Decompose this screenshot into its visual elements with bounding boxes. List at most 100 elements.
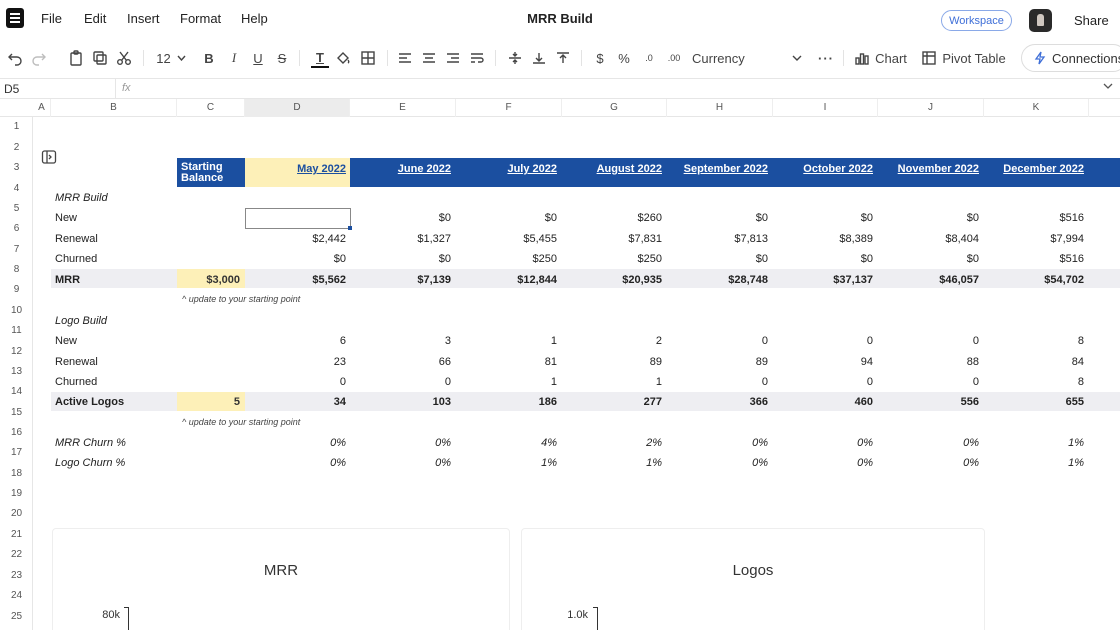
borders-icon[interactable] [359,48,377,68]
logo-churned-cell[interactable]: 0 [879,376,979,388]
column-header-g[interactable]: G [562,99,667,117]
share-button[interactable]: Share [1074,13,1109,28]
logo-new-cell[interactable]: 3 [351,335,451,347]
mrr-churn-label[interactable]: MRR Churn % [55,437,126,449]
align-left-icon[interactable] [397,48,413,68]
italic-button[interactable]: I [226,48,242,68]
chart-button[interactable]: Chart [854,48,908,68]
app-menu-icon[interactable] [6,8,24,28]
starting-balance-header[interactable]: Starting Balance [177,158,245,187]
connections-button[interactable]: Connections [1021,44,1120,72]
mrr-renewal-cell[interactable]: $2,442 [246,233,346,245]
row-header-20[interactable]: 20 [0,508,33,528]
mrr-churned-cell[interactable]: $0 [668,253,768,265]
row-header-16[interactable]: 16 [0,427,33,447]
logo-renewal-cell[interactable]: 88 [879,356,979,368]
mrr-total-cell[interactable]: $37,137 [773,274,873,286]
font-size-select[interactable]: 12 [152,48,190,68]
logo-churned-cell[interactable]: 8 [984,376,1084,388]
logo-new-cell[interactable]: 6 [246,335,346,347]
logo-renewal-cell[interactable]: 94 [773,356,873,368]
column-header-h[interactable]: H [667,99,773,117]
logo-total-cell[interactable]: 277 [562,396,662,408]
logo-churn-cell[interactable]: 1% [984,457,1084,469]
logo-total-cell[interactable]: 103 [351,396,451,408]
selected-cell-d5[interactable] [245,208,351,229]
logo-renewal-cell[interactable]: 66 [351,356,451,368]
logo-churned-label[interactable]: Churned [55,376,97,388]
active-logos-label[interactable]: Active Logos [55,396,124,408]
logo-renewal-cell[interactable]: 81 [457,356,557,368]
bold-button[interactable]: B [201,48,217,68]
valign-middle-icon[interactable] [507,48,523,68]
row-header-25[interactable]: 25 [0,611,33,630]
valign-top-icon[interactable] [555,48,571,68]
mrr-total-label[interactable]: MRR [55,274,80,286]
row-header-18[interactable]: 18 [0,468,33,488]
row-header-12[interactable]: 12 [0,346,33,366]
mrr-renewal-cell[interactable]: $7,994 [984,233,1084,245]
menu-insert[interactable]: Insert [127,11,160,26]
strikethrough-button[interactable]: S [274,48,290,68]
logo-churned-cell[interactable]: 0 [773,376,873,388]
logo-churn-cell[interactable]: 0% [668,457,768,469]
mrr-churned-cell[interactable]: $250 [562,253,662,265]
logo-renewal-cell[interactable]: 23 [246,356,346,368]
mrr-new-cell[interactable]: $0 [351,212,451,224]
row-header-19[interactable]: 19 [0,488,33,508]
month-header[interactable]: August 2022 [562,163,662,175]
logo-renewal-label[interactable]: Renewal [55,356,98,368]
column-header-c[interactable]: C [177,99,245,117]
column-header-e[interactable]: E [350,99,456,117]
row-header-23[interactable]: 23 [0,570,33,590]
mrr-churn-cell[interactable]: 0% [351,437,451,449]
row-header-13[interactable]: 13 [0,366,33,386]
logo-churn-cell[interactable]: 0% [773,457,873,469]
row-header-22[interactable]: 22 [0,549,33,569]
column-header-d[interactable]: D [245,99,350,117]
column-header-k[interactable]: K [984,99,1089,117]
mrr-total-cell[interactable]: $5,562 [246,274,346,286]
user-avatar[interactable] [1029,9,1052,32]
logo-renewal-cell[interactable]: 89 [562,356,662,368]
cut-icon[interactable] [115,48,133,68]
fill-handle[interactable] [348,226,352,230]
logo-total-cell[interactable]: 460 [773,396,873,408]
logo-churn-label[interactable]: Logo Churn % [55,457,125,469]
column-header-f[interactable]: F [456,99,562,117]
mrr-chart-card[interactable] [52,528,510,630]
row-header-21[interactable]: 21 [0,529,33,549]
month-header[interactable]: November 2022 [879,163,979,175]
mrr-new-cell[interactable]: $0 [773,212,873,224]
underline-button[interactable]: U [250,48,266,68]
text-color-button[interactable]: T [311,48,329,68]
cell-reference[interactable]: D5 [4,82,19,96]
row-header-24[interactable]: 24 [0,590,33,610]
logo-total-cell[interactable]: 34 [246,396,346,408]
row-header-11[interactable]: 11 [0,325,33,345]
paste-icon[interactable] [67,48,85,68]
logo-churned-cell[interactable]: 1 [457,376,557,388]
more-options-button[interactable]: ··· [816,48,836,68]
column-header-a[interactable]: A [33,99,51,117]
logo-churn-cell[interactable]: 0% [351,457,451,469]
menu-edit[interactable]: Edit [84,11,106,26]
mrr-churned-cell[interactable]: $0 [879,253,979,265]
wrap-text-icon[interactable] [469,48,485,68]
currency-format-button[interactable]: $ [593,48,607,68]
row-header-8[interactable]: 8 [0,264,33,284]
align-center-icon[interactable] [421,48,437,68]
row-header-17[interactable]: 17 [0,447,33,467]
row-header-14[interactable]: 14 [0,386,33,406]
redo-icon[interactable] [30,48,48,68]
row-header-2[interactable]: 2 [0,142,33,162]
logo-new-cell[interactable]: 0 [773,335,873,347]
logo-churned-cell[interactable]: 1 [562,376,662,388]
mrr-total-cell[interactable]: $54,702 [984,274,1084,286]
mrr-churned-cell[interactable]: $250 [457,253,557,265]
mrr-new-label[interactable]: New [55,212,77,224]
row-header-3[interactable]: 3 [0,162,33,182]
logo-total-cell[interactable]: 655 [984,396,1084,408]
mrr-renewal-cell[interactable]: $7,813 [668,233,768,245]
mrr-build-label[interactable]: MRR Build [55,192,108,204]
